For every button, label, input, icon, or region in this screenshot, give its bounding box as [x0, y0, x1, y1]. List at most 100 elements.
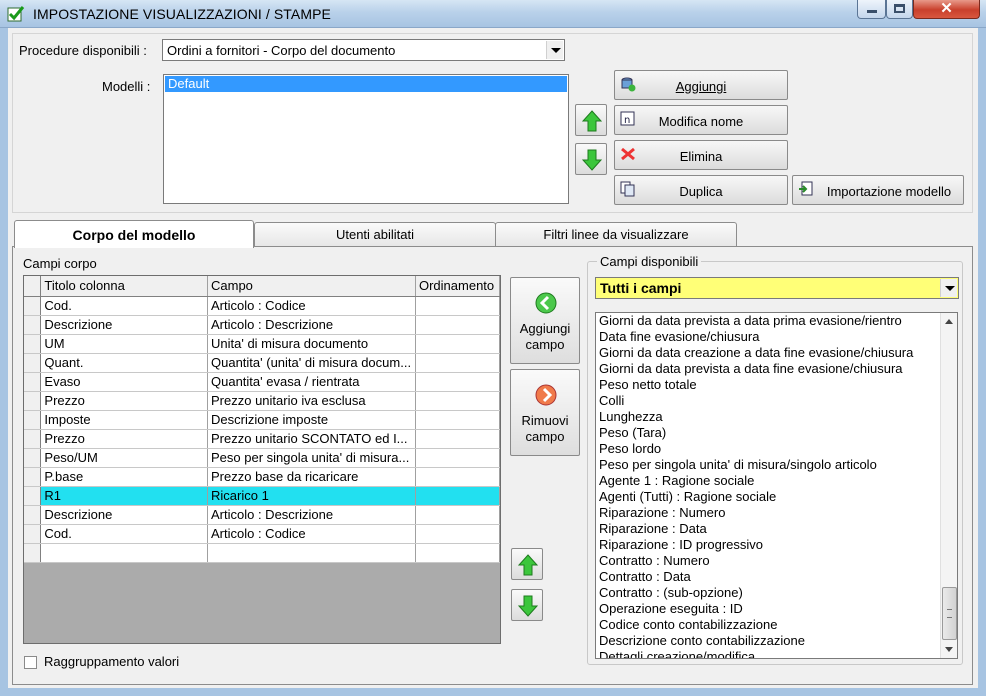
model-item-default[interactable]: Default: [165, 76, 567, 92]
duplicate-model-button[interactable]: Duplica: [614, 175, 788, 205]
cell-field[interactable]: Prezzo base da ricaricare: [207, 467, 416, 487]
table-row[interactable]: [24, 543, 501, 563]
list-item[interactable]: Operazione eseguita : ID: [596, 601, 957, 617]
cell-field[interactable]: Ricarico 1: [207, 486, 416, 506]
tab-filtri-linee[interactable]: Filtri linee da visualizzare: [495, 222, 737, 247]
table-row[interactable]: Cod. Articolo : Codice: [24, 296, 501, 316]
cell-field[interactable]: Prezzo unitario iva esclusa: [207, 391, 416, 411]
row-header-cell[interactable]: [24, 543, 42, 563]
field-move-up-button[interactable]: [511, 548, 543, 580]
table-row[interactable]: Evaso Quantita' evasa / rientrata: [24, 372, 501, 392]
cell-sort[interactable]: [415, 372, 501, 392]
procedure-select[interactable]: Ordini a fornitori - Corpo del documento: [162, 39, 565, 61]
cell-field[interactable]: Descrizione imposte: [207, 410, 416, 430]
list-item[interactable]: Riparazione : Data: [596, 521, 957, 537]
column-header-title[interactable]: Titolo colonna: [40, 276, 208, 297]
cell-field[interactable]: [207, 543, 416, 563]
fields-list-scrollbar[interactable]: [940, 313, 957, 658]
add-field-button[interactable]: Aggiungi campo: [510, 277, 580, 364]
list-item[interactable]: Peso per singola unita' di misura/singol…: [596, 457, 957, 473]
row-header-cell[interactable]: [24, 315, 42, 335]
cell-sort[interactable]: [415, 334, 501, 354]
list-item[interactable]: Giorni da data prevista a data prima eva…: [596, 313, 957, 329]
cell-sort[interactable]: [415, 524, 501, 544]
models-list[interactable]: Default: [163, 74, 569, 204]
list-item[interactable]: Riparazione : Numero: [596, 505, 957, 521]
cell-sort[interactable]: [415, 505, 501, 525]
table-row[interactable]: Cod. Articolo : Codice: [24, 524, 501, 544]
cell-field[interactable]: Unita' di misura documento: [207, 334, 416, 354]
scroll-up-icon[interactable]: [945, 319, 953, 324]
list-item[interactable]: Peso netto totale: [596, 377, 957, 393]
available-fields-list[interactable]: Giorni da data prevista a data prima eva…: [595, 312, 958, 659]
list-item[interactable]: Giorni da data creazione a data fine eva…: [596, 345, 957, 361]
row-header-cell[interactable]: [24, 467, 42, 487]
scrollbar-thumb[interactable]: [942, 587, 957, 640]
row-header-cell[interactable]: [24, 353, 42, 373]
table-row[interactable]: Descrizione Articolo : Descrizione: [24, 505, 501, 525]
table-row[interactable]: Descrizione Articolo : Descrizione: [24, 315, 501, 335]
fields-table[interactable]: Titolo colonna Campo Ordinamento Cod. Art…: [24, 276, 501, 563]
list-item[interactable]: Colli: [596, 393, 957, 409]
list-item[interactable]: Giorni da data prevista a data fine evas…: [596, 361, 957, 377]
cell-title[interactable]: Descrizione: [40, 505, 208, 525]
cell-sort[interactable]: [415, 296, 501, 316]
add-model-button[interactable]: Aggiungi: [614, 70, 788, 100]
cell-sort[interactable]: [415, 315, 501, 335]
fields-grid[interactable]: Titolo colonna Campo Ordinamento Cod. Art…: [23, 275, 501, 644]
list-item[interactable]: Riparazione : ID progressivo: [596, 537, 957, 553]
cell-title[interactable]: P.base: [40, 467, 208, 487]
list-item[interactable]: Lunghezza: [596, 409, 957, 425]
cell-title[interactable]: Descrizione: [40, 315, 208, 335]
cell-field[interactable]: Peso per singola unita' di misura...: [207, 448, 416, 468]
row-header-cell[interactable]: [24, 334, 42, 354]
row-header-cell[interactable]: [24, 524, 42, 544]
cell-sort[interactable]: [415, 429, 501, 449]
cell-field[interactable]: Articolo : Codice: [207, 524, 416, 544]
tab-utenti-abilitati[interactable]: Utenti abilitati: [254, 222, 496, 247]
cell-sort[interactable]: [415, 486, 501, 506]
table-row[interactable]: Prezzo Prezzo unitario SCONTATO ed I...: [24, 429, 501, 449]
cell-field[interactable]: Articolo : Descrizione: [207, 315, 416, 335]
list-item[interactable]: Dettagli creazione/modifica: [596, 649, 957, 658]
row-header-cell[interactable]: [24, 486, 42, 506]
model-move-up-button[interactable]: [575, 104, 607, 136]
delete-model-button[interactable]: Elimina: [614, 140, 788, 170]
group-values-checkbox[interactable]: [24, 656, 37, 669]
list-item[interactable]: Agenti (Tutti) : Ragione sociale: [596, 489, 957, 505]
column-header-sort[interactable]: Ordinamento: [415, 276, 501, 297]
table-row[interactable]: UM Unita' di misura documento: [24, 334, 501, 354]
row-header-cell[interactable]: [24, 372, 42, 392]
cell-sort[interactable]: [415, 353, 501, 373]
row-header-cell[interactable]: [24, 448, 42, 468]
column-header-field[interactable]: Campo: [207, 276, 416, 297]
cell-title[interactable]: Cod.: [40, 524, 208, 544]
cell-title[interactable]: UM: [40, 334, 208, 354]
model-move-down-button[interactable]: [575, 143, 607, 175]
list-item[interactable]: Peso (Tara): [596, 425, 957, 441]
table-row[interactable]: Peso/UM Peso per singola unita' di misura…: [24, 448, 501, 468]
row-header-cell[interactable]: [24, 391, 42, 411]
minimize-button[interactable]: [857, 0, 886, 19]
list-item[interactable]: Contratto : Data: [596, 569, 957, 585]
cell-title[interactable]: R1: [40, 486, 208, 506]
table-row[interactable]: Prezzo Prezzo unitario iva esclusa: [24, 391, 501, 411]
cell-sort[interactable]: [415, 391, 501, 411]
list-item[interactable]: Data fine evasione/chiusura: [596, 329, 957, 345]
cell-title[interactable]: Evaso: [40, 372, 208, 392]
chevron-down-icon[interactable]: [940, 279, 957, 297]
list-item[interactable]: Contratto : Numero: [596, 553, 957, 569]
row-header-cell[interactable]: [24, 296, 42, 316]
cell-sort[interactable]: [415, 410, 501, 430]
maximize-button[interactable]: [886, 0, 913, 19]
close-button[interactable]: ✕: [913, 0, 980, 19]
cell-field[interactable]: Prezzo unitario SCONTATO ed I...: [207, 429, 416, 449]
list-item[interactable]: Descrizione conto contabilizzazione: [596, 633, 957, 649]
import-model-button[interactable]: Importazione modello: [792, 175, 964, 205]
cell-sort[interactable]: [415, 467, 501, 487]
cell-field[interactable]: Articolo : Descrizione: [207, 505, 416, 525]
cell-title[interactable]: Imposte: [40, 410, 208, 430]
cell-title[interactable]: Quant.: [40, 353, 208, 373]
cell-field[interactable]: Quantita' evasa / rientrata: [207, 372, 416, 392]
table-row[interactable]: Imposte Descrizione imposte: [24, 410, 501, 430]
